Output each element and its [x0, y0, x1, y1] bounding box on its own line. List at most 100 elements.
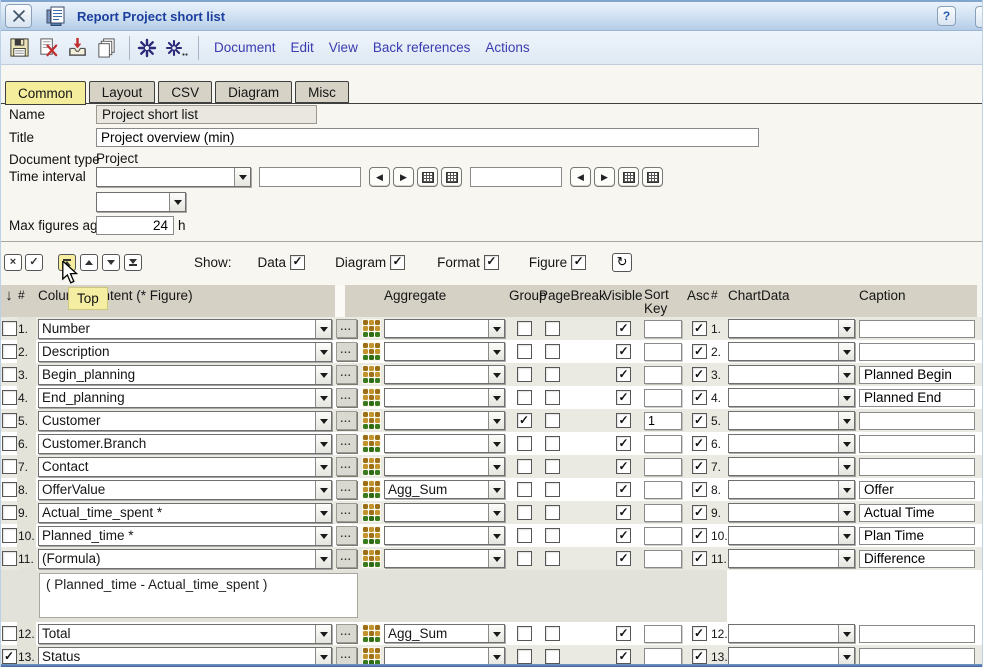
format-palette-icon[interactable] [362, 342, 381, 361]
asc-checkbox[interactable] [692, 626, 707, 641]
column-content-dropdown[interactable]: Actual_time_spent * [38, 503, 332, 523]
ellipsis-button[interactable]: ... [336, 434, 357, 453]
sort-key-input[interactable] [644, 343, 682, 361]
caption-input[interactable] [859, 625, 975, 643]
format-palette-icon[interactable] [362, 365, 381, 384]
copy-button[interactable] [94, 35, 119, 61]
group-checkbox[interactable] [517, 367, 532, 382]
asc-checkbox[interactable] [692, 367, 707, 382]
time-interval-dropdown[interactable] [96, 167, 251, 187]
ellipsis-button[interactable]: ... [336, 411, 357, 430]
chartdata-dropdown[interactable] [728, 503, 855, 522]
group-checkbox[interactable] [517, 436, 532, 451]
tab-common[interactable]: Common [5, 81, 86, 105]
tab-csv[interactable]: CSV [158, 81, 212, 103]
pagebreak-checkbox[interactable] [545, 390, 560, 405]
ellipsis-button[interactable]: ... [336, 342, 357, 361]
group-checkbox[interactable] [517, 321, 532, 336]
caption-input[interactable] [859, 412, 975, 430]
calendar-button[interactable] [642, 167, 663, 187]
aggregate-dropdown[interactable] [384, 365, 505, 384]
asc-checkbox[interactable] [692, 482, 707, 497]
ellipsis-button[interactable]: ... [336, 549, 357, 568]
asc-checkbox[interactable] [692, 505, 707, 520]
caption-input[interactable] [859, 343, 975, 361]
sort-key-input[interactable] [644, 648, 682, 666]
show-format-checkbox[interactable] [484, 255, 499, 270]
column-content-dropdown[interactable]: Total [38, 624, 332, 644]
next-date-button[interactable]: ▶ [393, 167, 414, 187]
asc-checkbox[interactable] [692, 321, 707, 336]
menu-document[interactable]: Document [214, 40, 276, 55]
pagebreak-checkbox[interactable] [545, 367, 560, 382]
sort-key-input[interactable] [644, 504, 682, 522]
chartdata-dropdown[interactable] [728, 319, 855, 338]
aggregate-dropdown[interactable] [384, 342, 505, 361]
format-palette-icon[interactable] [362, 526, 381, 545]
chartdata-dropdown[interactable] [728, 434, 855, 453]
run-options-button[interactable] [163, 35, 188, 61]
aggregate-dropdown[interactable]: Agg_Sum [384, 480, 505, 499]
caption-input[interactable] [859, 527, 975, 545]
calendar-button[interactable] [618, 167, 639, 187]
asc-checkbox[interactable] [692, 649, 707, 664]
caption-input[interactable] [859, 320, 975, 338]
group-checkbox[interactable] [517, 390, 532, 405]
caption-input[interactable] [859, 366, 975, 384]
pagebreak-checkbox[interactable] [545, 321, 560, 336]
format-palette-icon[interactable] [362, 319, 381, 338]
name-field[interactable]: Project short list [96, 105, 317, 124]
row-select-checkbox[interactable] [2, 528, 17, 543]
group-checkbox[interactable] [517, 505, 532, 520]
delete-document-button[interactable] [36, 35, 61, 61]
ellipsis-button[interactable]: ... [336, 388, 357, 407]
show-diagram-checkbox[interactable] [390, 255, 405, 270]
visible-checkbox[interactable] [616, 436, 631, 451]
format-palette-icon[interactable] [362, 503, 381, 522]
column-content-dropdown[interactable]: Description [38, 342, 332, 362]
visible-checkbox[interactable] [616, 505, 631, 520]
asc-checkbox[interactable] [692, 551, 707, 566]
visible-checkbox[interactable] [616, 649, 631, 664]
sort-key-input[interactable] [644, 389, 682, 407]
import-button[interactable] [65, 35, 90, 61]
time-interval-unit-dropdown[interactable] [96, 192, 186, 212]
move-up-button[interactable] [80, 254, 98, 271]
row-select-checkbox[interactable] [2, 436, 17, 451]
pagebreak-checkbox[interactable] [545, 482, 560, 497]
aggregate-dropdown[interactable] [384, 434, 505, 453]
group-checkbox[interactable] [517, 626, 532, 641]
column-content-dropdown[interactable]: Contact [38, 457, 332, 477]
pagebreak-checkbox[interactable] [545, 649, 560, 664]
aggregate-dropdown[interactable] [384, 457, 505, 476]
pagebreak-checkbox[interactable] [545, 505, 560, 520]
column-content-dropdown[interactable]: Customer [38, 411, 332, 431]
sort-key-input[interactable] [644, 320, 682, 338]
chartdata-dropdown[interactable] [728, 526, 855, 545]
save-button[interactable] [7, 35, 32, 61]
run-button[interactable] [134, 35, 159, 61]
tab-layout[interactable]: Layout [89, 81, 156, 103]
visible-checkbox[interactable] [616, 321, 631, 336]
format-palette-icon[interactable] [362, 549, 381, 568]
refresh-button[interactable]: ↻ [612, 253, 632, 272]
chartdata-dropdown[interactable] [728, 480, 855, 499]
show-data-checkbox[interactable] [290, 255, 305, 270]
calendar-button[interactable] [417, 167, 438, 187]
pagebreak-checkbox[interactable] [545, 344, 560, 359]
select-all-button[interactable]: ✓ [25, 254, 43, 271]
ellipsis-button[interactable]: ... [336, 624, 357, 643]
max-figures-age-input[interactable] [96, 216, 174, 235]
prev-date-button[interactable]: ◀ [570, 167, 591, 187]
chartdata-dropdown[interactable] [728, 457, 855, 476]
help-button[interactable]: ? [937, 6, 956, 26]
column-content-dropdown[interactable]: Customer.Branch [38, 434, 332, 454]
close-button[interactable] [5, 4, 32, 28]
formula-textarea[interactable]: ( Planned_time - Actual_time_spent ) [39, 573, 358, 618]
row-select-checkbox[interactable] [2, 482, 17, 497]
column-content-dropdown[interactable]: Planned_time * [38, 526, 332, 546]
column-content-dropdown[interactable]: (Formula) [38, 549, 332, 569]
aggregate-dropdown[interactable] [384, 549, 505, 568]
group-checkbox[interactable] [517, 413, 532, 428]
aggregate-dropdown[interactable] [384, 388, 505, 407]
